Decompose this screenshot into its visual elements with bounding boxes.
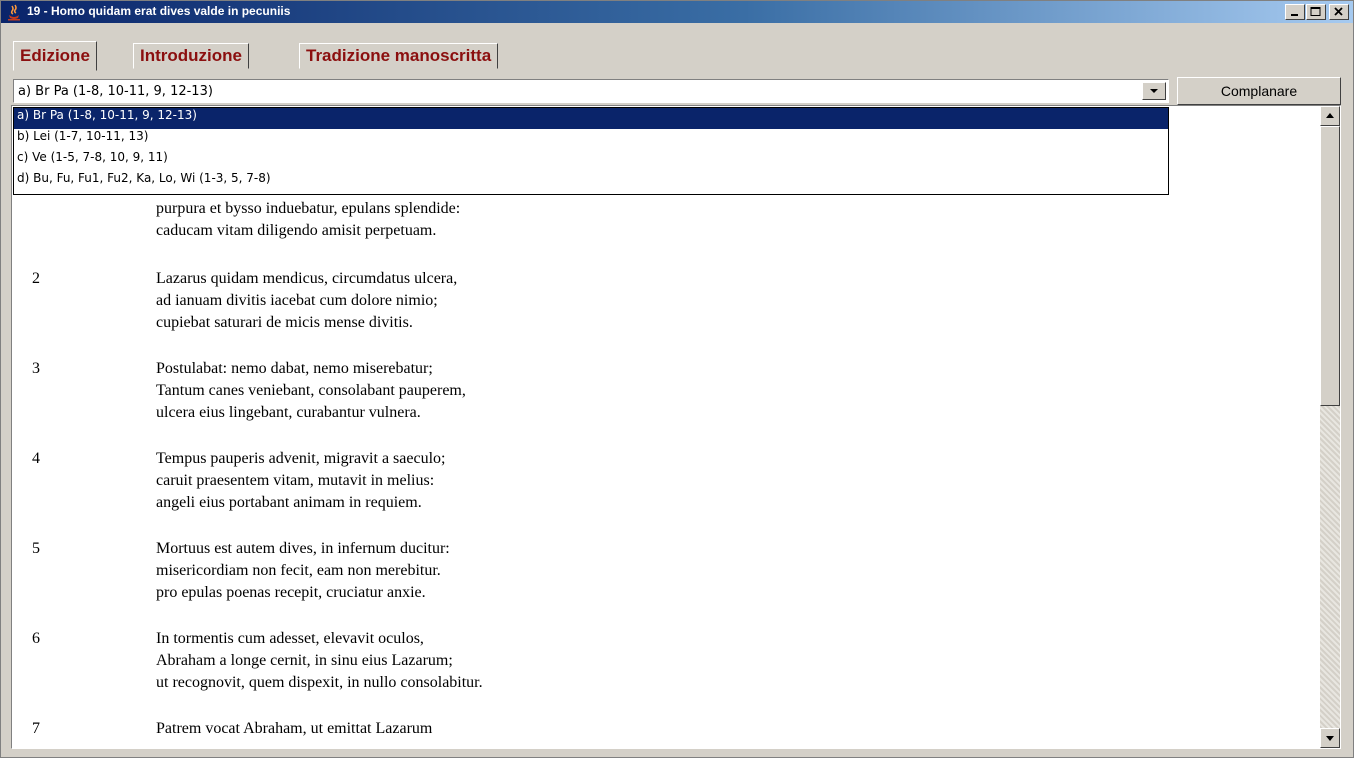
maximize-icon	[1310, 7, 1321, 16]
close-icon	[1334, 7, 1343, 16]
verse-line: misericordiam non fecit, eam non merebit…	[156, 562, 441, 579]
version-select-arrow[interactable]	[1142, 82, 1166, 100]
tab-edizione[interactable]: Edizione	[13, 41, 97, 71]
verse-line: ad ianuam divitis iacebat cum dolore nim…	[156, 292, 438, 309]
edition-text-panel: purpura et bysso induebatur, epulans spl…	[11, 105, 1341, 749]
version-select[interactable]: a) Br Pa (1-8, 10-11, 9, 12-13)	[13, 79, 1169, 103]
verse-line: angeli eius portabant animam in requiem.	[156, 494, 422, 511]
tab-introduzione[interactable]: Introduzione	[133, 43, 249, 69]
vertical-scrollbar[interactable]	[1320, 106, 1340, 748]
verse-line: pro epulas poenas recepit, cruciatur anx…	[156, 584, 426, 601]
verse-line: Lazarus quidam mendicus, circumdatus ulc…	[156, 270, 458, 287]
complanare-button[interactable]: Complanare	[1177, 77, 1341, 105]
title-bar[interactable]: 19 - Homo quidam erat dives valde in pec…	[1, 1, 1353, 23]
stanza-number: 6	[32, 630, 40, 647]
chevron-down-icon	[1150, 89, 1158, 93]
app-window: 19 - Homo quidam erat dives valde in pec…	[0, 0, 1354, 758]
version-option[interactable]: d) Bu, Fu, Fu1, Fu2, Ka, Lo, Wi (1-3, 5,…	[14, 171, 1168, 192]
version-dropdown-list: a) Br Pa (1-8, 10-11, 9, 12-13) b) Lei (…	[13, 107, 1169, 195]
verse-line: purpura et bysso induebatur, epulans spl…	[156, 200, 461, 217]
stanza-number: 7	[32, 720, 40, 737]
verse-line: Tantum canes veniebant, consolabant paup…	[156, 382, 466, 399]
verse-line: Patrem vocat Abraham, ut emittat Lazarum	[156, 720, 433, 737]
scroll-up-arrow-icon	[1326, 113, 1334, 118]
verse-line: caducam vitam diligendo amisit perpetuam…	[156, 222, 437, 239]
verse-line: In tormentis cum adesset, elevavit oculo…	[156, 630, 424, 647]
verse-line: Postulabat: nemo dabat, nemo miserebatur…	[156, 360, 433, 377]
verse-line: ulcera eius lingebant, curabantur vulner…	[156, 404, 421, 421]
scroll-down-button[interactable]	[1320, 728, 1340, 748]
stanza-number: 3	[32, 360, 40, 377]
version-option[interactable]: c) Ve (1-5, 7-8, 10, 9, 11)	[14, 150, 1168, 171]
tab-tradizione-manoscritta[interactable]: Tradizione manoscritta	[299, 43, 499, 69]
stanza-number: 5	[32, 540, 40, 557]
verse-line: Mortuus est autem dives, in infernum duc…	[156, 540, 450, 557]
verse-line: cupiebat saturari de micis mense divitis…	[156, 314, 413, 331]
edition-text: purpura et bysso induebatur, epulans spl…	[12, 106, 1312, 748]
stanza-number: 4	[32, 450, 40, 467]
scrollbar-thumb[interactable]	[1320, 126, 1340, 406]
verse-line: ut recognovit, quem dispexit, in nullo c…	[156, 674, 483, 691]
scroll-down-arrow-icon	[1326, 736, 1334, 741]
close-button[interactable]	[1329, 4, 1349, 20]
minimize-icon	[1291, 14, 1298, 16]
version-select-value: a) Br Pa (1-8, 10-11, 9, 12-13)	[18, 84, 213, 99]
minimize-button[interactable]	[1285, 4, 1305, 20]
scroll-up-button[interactable]	[1320, 106, 1340, 126]
java-cup-icon	[8, 4, 20, 21]
maximize-button[interactable]	[1306, 4, 1326, 20]
verse-line: Tempus pauperis advenit, migravit a saec…	[156, 450, 446, 467]
version-option[interactable]: b) Lei (1-7, 10-11, 13)	[14, 129, 1168, 150]
verse-line: caruit praesentem vitam, mutavit in meli…	[156, 472, 435, 489]
stanza-number: 2	[32, 270, 40, 287]
version-option[interactable]: a) Br Pa (1-8, 10-11, 9, 12-13)	[14, 108, 1168, 129]
window-title: 19 - Homo quidam erat dives valde in pec…	[27, 4, 291, 18]
verse-line: Abraham a longe cernit, in sinu eius Laz…	[156, 652, 453, 669]
